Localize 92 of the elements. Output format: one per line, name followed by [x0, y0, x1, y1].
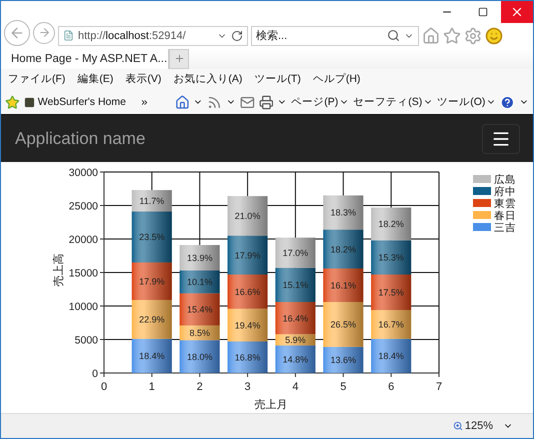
search-icon[interactable] — [387, 29, 400, 42]
axis-label: 15000 — [68, 268, 98, 280]
data-label: 16.8% — [234, 352, 260, 363]
axis-label: 20000 — [68, 234, 98, 246]
printer-icon[interactable] — [258, 94, 274, 110]
menu-item[interactable]: 表示(V) — [125, 72, 162, 86]
data-label: 18.3% — [330, 208, 356, 218]
maximize-icon — [478, 7, 488, 17]
menu-item[interactable]: ヘルプ(H) — [312, 72, 360, 86]
command-button[interactable]: ページ(P) — [291, 95, 350, 110]
axis-label: 7 — [436, 381, 442, 394]
mail-icon[interactable] — [240, 94, 255, 110]
data-label: 15.1% — [282, 280, 308, 290]
data-label: 26.5% — [330, 320, 356, 330]
legend-label: 東雲 — [494, 198, 516, 210]
menu-item[interactable]: お気に入り(A) — [173, 72, 242, 86]
data-label: 15.3% — [378, 252, 404, 263]
data-label: 18.0% — [186, 352, 212, 362]
data-label: 11.7% — [139, 196, 164, 206]
data-label: 13.9% — [186, 253, 212, 264]
data-label: 17.9% — [139, 276, 165, 287]
axis-label: 0 — [92, 368, 98, 380]
data-label: 19.4% — [234, 320, 260, 331]
favorites-icon[interactable] — [5, 94, 20, 110]
legend-label: 広島 — [494, 174, 516, 186]
home-icon[interactable] — [174, 94, 190, 110]
data-label: 18.4% — [378, 351, 404, 362]
data-label: 16.6% — [234, 287, 260, 298]
legend-label: 春日 — [494, 210, 516, 222]
favorite-link[interactable]: WebSurfer's Home — [24, 96, 126, 108]
data-label: 10.1% — [186, 277, 212, 288]
axis-label: 6 — [388, 381, 394, 394]
feedback-button[interactable] — [485, 26, 503, 45]
data-label: 23.5% — [139, 232, 165, 243]
page-icon — [63, 30, 74, 42]
feed-icon[interactable] — [207, 94, 222, 110]
arrow-right-icon — [38, 26, 50, 40]
address-field[interactable]: http://localhost:52914/ — [58, 26, 248, 46]
data-label: 17.0% — [282, 248, 308, 258]
axis-label: 10000 — [68, 301, 98, 314]
axis-label: 5000 — [74, 334, 98, 347]
legend-label: 三吉 — [494, 222, 516, 234]
data-label: 14.8% — [282, 354, 308, 365]
menu-item[interactable]: 編集(E) — [77, 72, 114, 86]
refresh-icon[interactable] — [231, 30, 243, 42]
data-label: 18.4% — [139, 351, 165, 362]
data-label: 18.2% — [378, 219, 404, 230]
menu-button[interactable] — [482, 124, 520, 154]
axis-title: 売上月 — [254, 399, 288, 412]
axis-label: 1 — [148, 381, 155, 394]
axis-label: 2 — [196, 381, 203, 394]
help-icon[interactable] — [500, 94, 516, 110]
zoom-control[interactable]: 125% — [452, 420, 493, 432]
data-label: 21.0% — [234, 211, 260, 222]
data-label: 16.1% — [330, 280, 356, 291]
menu-item[interactable]: ファイル(F) — [8, 72, 66, 86]
close-button[interactable] — [501, 1, 533, 23]
data-label: 13.6% — [330, 355, 356, 366]
axis-title: 売上高 — [53, 254, 65, 287]
data-label: 18.2% — [330, 244, 356, 255]
axis-label: 25000 — [68, 200, 98, 213]
plus-icon — [174, 53, 184, 64]
home-icon — [422, 26, 440, 45]
menu-item[interactable]: ツール(T) — [254, 72, 301, 86]
search-box[interactable]: 検索... — [251, 26, 419, 46]
settings-icon — [464, 26, 482, 45]
data-label: 15.4% — [186, 304, 212, 315]
site-icon — [24, 96, 35, 108]
axis-label: 0 — [100, 381, 108, 394]
new-tab-button[interactable] — [169, 48, 189, 69]
axis-label: 3 — [244, 381, 251, 394]
data-label: 16.7% — [378, 320, 404, 330]
axis-label: 30000 — [68, 167, 98, 180]
data-label: 22.9% — [139, 314, 165, 325]
data-label: 5.9% — [285, 335, 306, 346]
star-icon — [443, 26, 461, 45]
data-label: 16.4% — [282, 314, 308, 324]
data-label: 17.5% — [378, 288, 404, 298]
data-label: 8.5% — [189, 328, 210, 338]
address-text: http://localhost:52914/ — [78, 30, 187, 42]
close-icon — [510, 5, 524, 19]
brand-link[interactable]: Application name — [15, 128, 146, 149]
more-icon[interactable] — [140, 98, 149, 107]
legend-label: 府中 — [494, 186, 516, 198]
data-label: 17.9% — [234, 250, 260, 261]
smiley-icon — [485, 26, 503, 45]
command-button[interactable]: セーフティ(S) — [353, 95, 434, 110]
axis-label: 5 — [340, 381, 346, 394]
zoom-icon — [452, 421, 463, 432]
command-button[interactable]: ツール(O) — [437, 95, 496, 110]
browser-tab[interactable]: Home Page - My ASP.NET A... — [1, 48, 169, 69]
axis-label: 4 — [292, 381, 298, 394]
